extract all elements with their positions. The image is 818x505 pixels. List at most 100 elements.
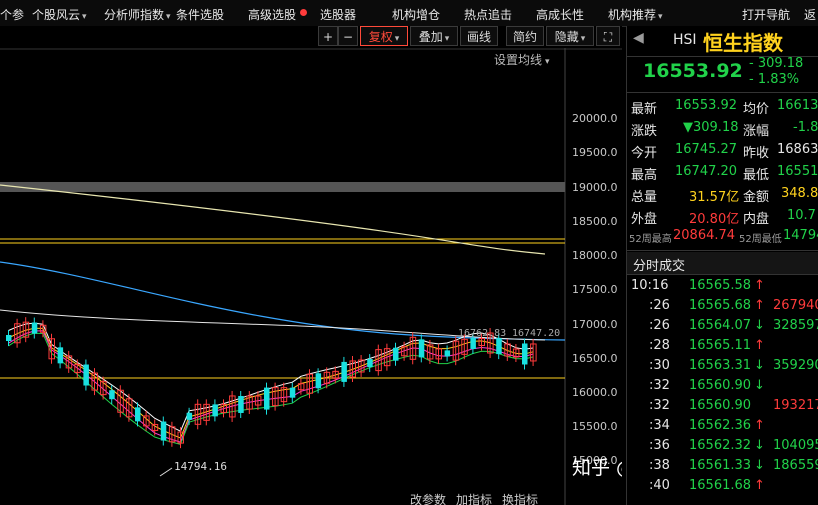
quote-value: 16747.20 xyxy=(675,164,738,179)
arrow-down-icon: ↓ xyxy=(754,378,765,393)
menu-item[interactable]: 返 xyxy=(804,6,816,23)
hide-button[interactable]: 隐藏 ▾ xyxy=(546,26,594,46)
low-marker-arrow xyxy=(159,467,173,477)
menu-item[interactable]: 个参 xyxy=(0,6,24,23)
back-arrow-icon[interactable]: ◀ xyxy=(633,30,644,46)
candle xyxy=(264,387,270,410)
fuquan-label: 复权 xyxy=(368,30,393,44)
quote-label: 最新 xyxy=(631,102,658,117)
overlay-button[interactable]: 叠加 ▾ xyxy=(410,26,458,46)
set-ma-button[interactable]: 设置均线 xyxy=(494,53,542,67)
ticks-title[interactable]: 分时成交 xyxy=(633,255,685,274)
fullscreen-icon[interactable]: ⛶ xyxy=(596,26,620,46)
tick-time: :32 xyxy=(649,398,670,413)
arrow-up-icon: ↑ xyxy=(754,338,765,353)
quote-label: 内盘 xyxy=(743,212,770,227)
menu-item[interactable]: 高成长性 xyxy=(536,6,584,23)
candle xyxy=(341,361,347,382)
quote-label: 外盘 xyxy=(631,212,658,227)
quote-label: 涨幅 xyxy=(743,124,770,139)
top-menu-bar: 个参 个股风云 ▾ 分析师指数 ▾ 条件选股 高级选股 选股器 机构增仓 热点追击 … xyxy=(0,0,818,27)
tick-time: :28 xyxy=(649,338,670,353)
chevron-down-icon: ▾ xyxy=(580,34,586,44)
tick-price: 16565.11 xyxy=(689,338,752,353)
candle xyxy=(186,412,193,420)
quote-value: 16745.27 xyxy=(675,142,738,157)
last-price-label: 16747.20 xyxy=(512,328,560,339)
quote-value: 10.7 xyxy=(787,208,816,223)
hide-label: 隐藏 xyxy=(554,30,579,44)
candle xyxy=(31,322,38,334)
candle xyxy=(109,390,115,400)
quote-value: 16863 xyxy=(777,142,818,157)
menu-item[interactable]: 打开导航 xyxy=(742,6,790,23)
quote-label: 涨跌 xyxy=(631,124,658,139)
chevron-down-icon: ▾ xyxy=(166,12,171,22)
menu-item[interactable]: 机构推荐 ▾ xyxy=(608,6,663,23)
quote-value: -1.8 xyxy=(793,120,818,135)
watermark-text: 知乎 @刘叔投资笔记 xyxy=(572,457,622,479)
price-change: - 309.18 xyxy=(749,56,804,71)
tick-time: :36 xyxy=(649,438,670,453)
pct-change: - 1.83% xyxy=(749,72,800,87)
candle xyxy=(496,338,502,355)
price-tick: 17000.0 xyxy=(572,318,618,331)
quote-value: 20864.74 xyxy=(673,228,736,243)
menu-item[interactable]: 条件选股 xyxy=(176,6,224,23)
index-name: 恒生指数 xyxy=(703,31,783,55)
chevron-down-icon: ▾ xyxy=(545,57,550,67)
tick-price: 16565.58 xyxy=(689,278,752,293)
arrow-down-icon: ↓ xyxy=(754,318,765,333)
quote-label: 最高 xyxy=(631,168,658,183)
simple-mode-button[interactable]: 简约 xyxy=(506,26,544,46)
arrow-up-icon: ↑ xyxy=(754,418,765,433)
price-tick: 17500.0 xyxy=(572,283,618,296)
quote-value: ▼309.18 xyxy=(683,120,739,135)
menu-item[interactable]: 高级选股 xyxy=(248,6,296,23)
candle xyxy=(160,421,167,441)
candle xyxy=(418,339,425,358)
fuquan-button[interactable]: 复权 ▾ xyxy=(360,26,408,46)
kline-chart[interactable]: 设置均线 ▾ 20000.0 19500.0 19000.0 18500.0 1… xyxy=(0,48,622,505)
last-price: 16553.92 xyxy=(643,60,743,82)
overlay-label: 叠加 xyxy=(418,30,443,44)
tick-time: :26 xyxy=(649,298,670,313)
quote-label: 今开 xyxy=(631,146,658,161)
chevron-down-icon: ▾ xyxy=(82,12,87,22)
quote-value: 14794 xyxy=(783,228,818,243)
tab-add-indicator[interactable]: 加指标 xyxy=(456,492,492,505)
menu-item[interactable]: 选股器 xyxy=(320,6,356,23)
quote-value: 20.80亿 xyxy=(689,212,740,227)
menu-item[interactable]: 机构增仓 xyxy=(392,6,440,23)
menu-item[interactable]: 个股风云 ▾ xyxy=(32,6,87,23)
price-tick: 18500.0 xyxy=(572,215,618,228)
candle xyxy=(393,347,399,361)
draw-line-button[interactable]: 画线 xyxy=(460,26,498,46)
tab-change-indicator[interactable]: 换指标 xyxy=(502,492,538,505)
tick-time: 10:16 xyxy=(631,278,669,293)
zoom-out-button[interactable]: − xyxy=(338,26,358,46)
quote-label: 昨收 xyxy=(743,146,770,161)
tick-volume: 267940 xyxy=(773,298,818,313)
tick-price: 16563.31 xyxy=(689,358,752,373)
tick-price: 16560.90 xyxy=(689,378,752,393)
menu-item[interactable]: 分析师指数 ▾ xyxy=(104,6,171,23)
tick-volume: 186559 xyxy=(773,458,818,473)
quote-label: 金额 xyxy=(743,190,770,205)
chevron-down-icon: ▾ xyxy=(658,12,663,22)
tick-price: 16564.07 xyxy=(689,318,752,333)
arrow-up-icon: ↑ xyxy=(754,278,765,293)
high-price-label: 16762.83 xyxy=(458,328,506,339)
tick-volume: 104095 xyxy=(773,438,818,453)
candle xyxy=(444,350,451,357)
price-tick: 15500.0 xyxy=(572,420,618,433)
price-tick: 16500.0 xyxy=(572,352,618,365)
menu-item[interactable]: 热点追击 xyxy=(464,6,512,23)
tab-edit-params[interactable]: 改参数 xyxy=(410,492,446,505)
price-tick: 20000.0 xyxy=(572,112,618,125)
zoom-in-button[interactable]: + xyxy=(318,26,338,46)
candle xyxy=(6,335,12,341)
tick-price: 16560.90 xyxy=(689,398,752,413)
price-tick: 19000.0 xyxy=(572,181,618,194)
candle xyxy=(83,364,89,386)
